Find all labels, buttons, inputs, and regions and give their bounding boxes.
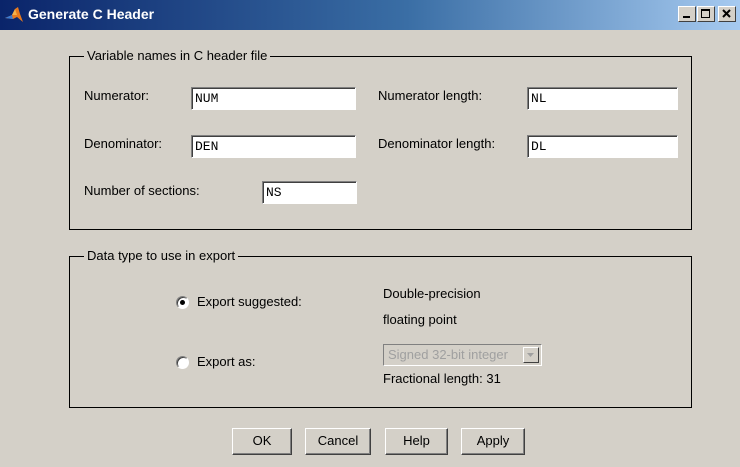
denominator-label: Denominator:: [84, 136, 163, 151]
export-as-radio[interactable]: [176, 356, 189, 369]
maximize-button[interactable]: [697, 6, 715, 22]
numerator-field[interactable]: NUM: [191, 87, 356, 110]
minimize-icon: [683, 16, 690, 18]
sections-field[interactable]: NS: [262, 181, 357, 204]
variable-names-legend: Variable names in C header file: [84, 49, 271, 63]
suggested-type-line2: floating point: [383, 312, 457, 327]
denominator-field[interactable]: DEN: [191, 135, 356, 158]
export-as-label[interactable]: Export as:: [197, 354, 256, 370]
fractional-length-text: Fractional length: 31: [383, 371, 501, 386]
cancel-button[interactable]: Cancel: [305, 428, 371, 455]
export-suggested-radio[interactable]: [176, 296, 189, 309]
numerator-length-field[interactable]: NL: [527, 87, 678, 110]
ok-button[interactable]: OK: [232, 428, 292, 455]
maximize-icon: [701, 9, 710, 18]
suggested-type-line1: Double-precision: [383, 286, 481, 301]
dropdown-value: Signed 32-bit integer: [388, 347, 508, 362]
window-title: Generate C Header: [28, 6, 155, 22]
numerator-length-label: Numerator length:: [378, 88, 483, 103]
data-type-dropdown[interactable]: Signed 32-bit integer: [383, 344, 542, 366]
chevron-down-icon: [527, 353, 534, 357]
data-type-legend: Data type to use in export: [84, 249, 239, 263]
close-button[interactable]: [718, 6, 736, 22]
data-type-group: [69, 256, 692, 408]
close-icon: [722, 9, 731, 18]
sections-label: Number of sections:: [84, 183, 200, 198]
title-bar[interactable]: Generate C Header: [0, 0, 740, 30]
denominator-length-label: Denominator length:: [378, 136, 496, 151]
matlab-icon: [5, 7, 23, 22]
minimize-button[interactable]: [678, 6, 696, 22]
export-suggested-label[interactable]: Export suggested:: [197, 294, 302, 310]
denominator-length-field[interactable]: DL: [527, 135, 678, 158]
dropdown-button[interactable]: [523, 347, 539, 363]
apply-button[interactable]: Apply: [461, 428, 525, 455]
help-button[interactable]: Help: [385, 428, 448, 455]
numerator-label: Numerator:: [84, 88, 150, 103]
radio-selected-dot: [180, 300, 185, 305]
